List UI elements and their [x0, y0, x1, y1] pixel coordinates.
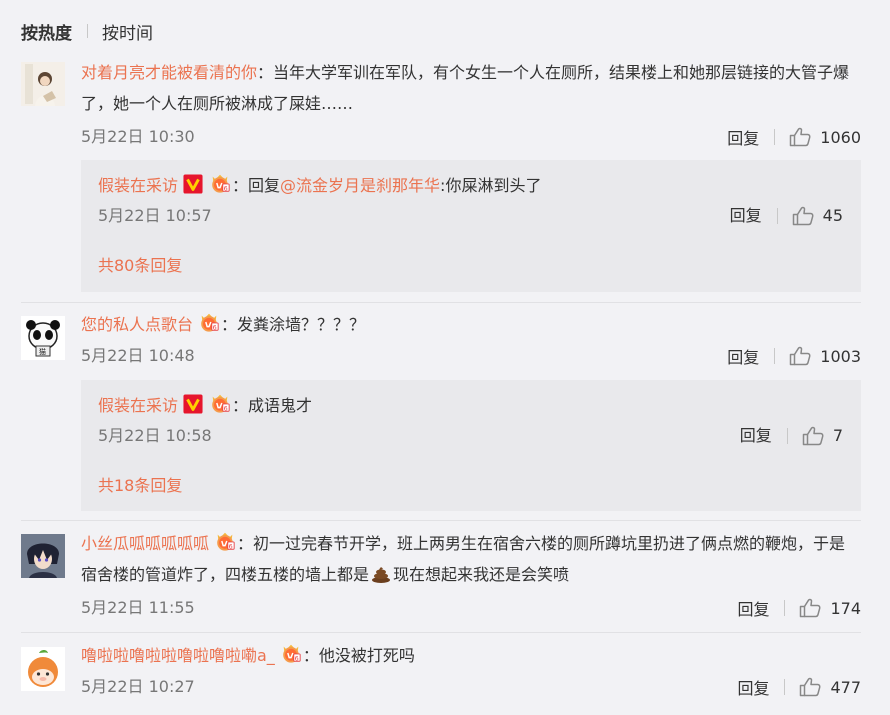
tab-by-hot[interactable]: 按热度	[21, 19, 72, 44]
like-icon[interactable]	[799, 598, 821, 618]
divider	[21, 632, 861, 633]
like-icon[interactable]	[792, 206, 814, 226]
comment-time: 5月22日 10:48	[81, 346, 195, 365]
vip-crown-icon	[208, 172, 232, 194]
comment-time: 5月22日 11:55	[81, 598, 195, 617]
reply-button[interactable]: 回复	[737, 596, 769, 620]
reply-box: 假装在采访 ：回复@流金岁月是刹那年华:你屎淋到头了 5月22日 10:57 回复…	[81, 160, 861, 292]
like-count: 7	[832, 426, 843, 445]
reply-button[interactable]: 回复	[737, 675, 769, 699]
like-icon[interactable]	[789, 346, 811, 366]
comment-text: 您的私人点歌台 ：发粪涂墙？？？？	[81, 309, 861, 340]
reply-actions: 回复 7	[740, 424, 843, 448]
comment-text: 小丝瓜呱呱呱呱呱 ：初一过完春节开学，班上两男生在宿舍六楼的厕所蹲坑里扔进了俩点燃…	[81, 528, 861, 590]
comment-time: 5月22日 10:27	[81, 677, 195, 696]
vip-crown-icon	[279, 642, 303, 664]
reply-time: 5月22日 10:58	[98, 426, 212, 445]
comment-time: 5月22日 10:30	[81, 127, 195, 146]
divider	[21, 520, 861, 521]
reply-button[interactable]: 回复	[727, 125, 759, 149]
username-link[interactable]: 对着月亮才能被看清的你	[81, 63, 257, 82]
comment-text: 噜啦啦噜啦啦噜啦噜啦嘞a_ ：他没被打死吗	[81, 640, 861, 671]
reply-actions: 回复 45	[730, 204, 843, 228]
avatar[interactable]	[21, 62, 65, 106]
vip-crown-icon	[208, 392, 232, 414]
like-icon[interactable]	[789, 127, 811, 147]
comment-actions: 回复 174	[737, 596, 861, 620]
mention-link[interactable]: @流金岁月是刹那年华	[280, 176, 440, 195]
like-count: 477	[830, 677, 861, 697]
reply-button[interactable]: 回复	[740, 424, 772, 448]
username-link[interactable]: 噜啦啦噜啦啦噜啦噜啦嘞a_	[81, 646, 275, 665]
divider	[21, 302, 861, 303]
verified-icon	[182, 394, 204, 414]
like-count: 1060	[820, 127, 861, 147]
more-replies-link[interactable]: 共18条回复	[98, 474, 182, 498]
username-link[interactable]: 您的私人点歌台	[81, 315, 193, 334]
verified-icon	[182, 174, 204, 194]
poop-emoji-icon	[372, 567, 391, 583]
like-icon[interactable]	[802, 426, 824, 446]
reply-button[interactable]: 回复	[727, 344, 759, 368]
vip-crown-icon	[197, 311, 221, 333]
reply-text: 假装在采访 ：回复@流金岁月是刹那年华:你屎淋到头了	[98, 172, 541, 198]
like-count: 174	[830, 598, 861, 618]
comment-actions: 回复 477	[737, 675, 861, 699]
vip-crown-icon	[213, 530, 237, 552]
like-icon[interactable]	[799, 677, 821, 697]
like-count: 1003	[820, 346, 861, 366]
reply-time: 5月22日 10:57	[98, 206, 212, 225]
avatar[interactable]	[21, 647, 65, 691]
comment-actions: 回复 1060	[727, 125, 861, 149]
reply-box: 假装在采访 ：成语鬼才 5月22日 10:58 回复 7 共18条回复	[81, 380, 861, 511]
comment-text: 对着月亮才能被看清的你：当年大学军训在军队，有个女生一个人在厕所，结果楼上和她那…	[81, 63, 850, 113]
avatar[interactable]	[21, 534, 65, 578]
tab-divider	[87, 24, 88, 38]
username-link[interactable]: 假装在采访	[98, 396, 178, 415]
reply-button[interactable]: 回复	[730, 204, 762, 228]
username-link[interactable]: 假装在采访	[98, 176, 178, 195]
sort-tabs: 按热度 按时间	[21, 19, 153, 44]
tab-by-time[interactable]: 按时间	[102, 19, 153, 44]
like-count: 45	[822, 206, 843, 225]
svg-text:猫: 猫	[39, 347, 46, 356]
reply-text: 假装在采访 ：成语鬼才	[98, 392, 312, 418]
more-replies-link[interactable]: 共80条回复	[98, 254, 182, 278]
avatar[interactable]: 猫	[21, 316, 65, 360]
username-link[interactable]: 小丝瓜呱呱呱呱呱	[81, 534, 209, 553]
comment-actions: 回复 1003	[727, 344, 861, 368]
